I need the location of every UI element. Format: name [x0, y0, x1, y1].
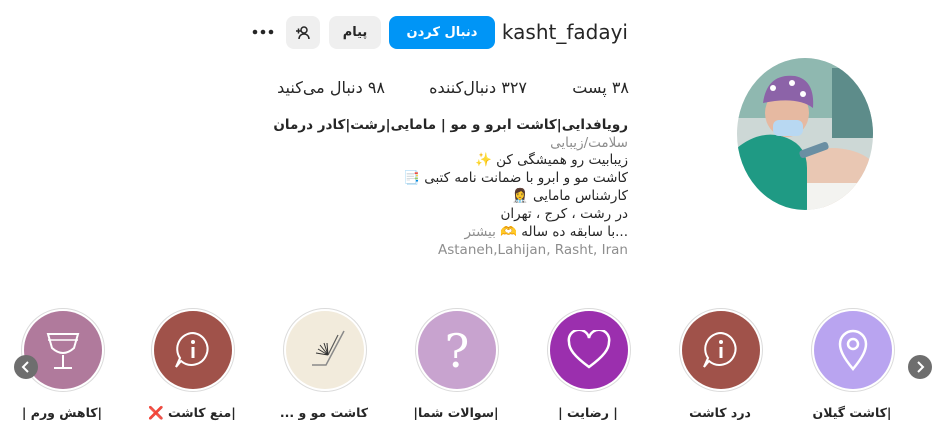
bio-line: کارشناس مامایی 👩‍⚕️: [511, 188, 628, 204]
highlight-cover: [286, 311, 364, 389]
location-pin-icon: [838, 329, 868, 371]
profile-avatar[interactable]: [737, 58, 873, 210]
highlight-cover: [682, 311, 760, 389]
info-bubble-icon: [175, 331, 209, 368]
highlight-label: |منع کاشت ❌: [148, 405, 236, 420]
posts-count: ۳۸ پست: [572, 78, 629, 97]
highlight-5[interactable]: [151, 308, 235, 392]
bio-line: در رشت ، کرج ، تهران: [500, 206, 628, 222]
highlight-label: | رضایت |: [558, 405, 618, 420]
highlight-cover: ?: [418, 311, 496, 389]
followers-count[interactable]: ۳۲۷ دنبال‌کننده: [429, 78, 527, 97]
highlight-label: |کاشت گیلان: [812, 405, 892, 420]
question-icon: ?: [445, 325, 470, 375]
highlight-label: درد کاشت: [689, 405, 751, 420]
brush-icon: [312, 330, 345, 366]
chevron-right-icon: [917, 361, 925, 373]
bio-line: کاشت مو و ابرو با ضمانت نامه کتبی 📑: [403, 170, 628, 186]
more-icon: [252, 29, 274, 35]
heart-icon: [567, 330, 611, 369]
bio-category: سلامت/زیبایی: [550, 135, 628, 151]
glass-icon: [46, 333, 80, 369]
highlight-0[interactable]: [811, 308, 895, 392]
add-user-icon: [296, 25, 310, 39]
more-options-button[interactable]: [250, 22, 276, 42]
message-button[interactable]: پیام: [329, 16, 381, 49]
chevron-left-icon: [21, 361, 29, 373]
highlight-label: |کاهش ورم |: [21, 405, 103, 420]
highlight-cover: [24, 311, 102, 389]
highlight-1[interactable]: [679, 308, 763, 392]
highlight-label: کاشت مو و ...: [279, 405, 369, 420]
highlight-label: |سوالات شما|: [413, 405, 499, 420]
highlight-3[interactable]: ?: [415, 308, 499, 392]
svg-text:?: ?: [445, 325, 470, 375]
bio-more-link[interactable]: بیشتر: [464, 224, 495, 240]
highlight-2[interactable]: [547, 308, 631, 392]
bio-line: ...با سابقه ده ساله 🫶 بیشتر: [464, 224, 628, 240]
bio-line-text: ...با سابقه ده ساله 🫶: [500, 224, 628, 240]
following-count[interactable]: ۹۸ دنبال می‌کنید: [277, 78, 385, 97]
highlight-cover: [814, 311, 892, 389]
bio-location: Astaneh,Lahijan, Rasht, Iran: [438, 242, 628, 258]
info-bubble-icon: [703, 331, 737, 368]
highlight-6[interactable]: [21, 308, 105, 392]
highlights-next-button[interactable]: [908, 355, 932, 379]
highlight-cover: [550, 311, 628, 389]
highlights-prev-button[interactable]: [14, 355, 38, 379]
suggest-user-button[interactable]: [286, 16, 320, 49]
follow-button[interactable]: دنبال کردن: [389, 16, 495, 49]
bio-full-name: رویافدایی|کاشت ابرو و مو | مامایی|رشت|کا…: [273, 117, 628, 133]
bio-line: زیبابیت رو همیشگی کن ✨: [474, 152, 628, 168]
profile-username: kasht_fadayi: [501, 20, 628, 44]
highlight-cover: [154, 311, 232, 389]
highlight-4[interactable]: [283, 308, 367, 392]
